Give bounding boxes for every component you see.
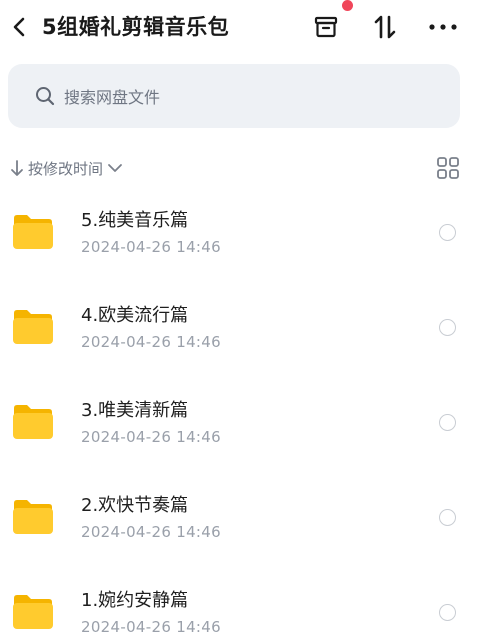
folder-icon bbox=[13, 595, 53, 629]
folder-icon bbox=[13, 310, 53, 344]
item-name: 2.欢快节奏篇 bbox=[81, 495, 189, 516]
grid-view-button[interactable] bbox=[436, 156, 460, 180]
select-radio[interactable] bbox=[439, 414, 456, 431]
arrow-down-icon bbox=[11, 160, 23, 176]
item-name: 4.欧美流行篇 bbox=[81, 305, 189, 326]
sort-selector[interactable]: 按修改时间 bbox=[10, 154, 123, 182]
chevron-left-icon bbox=[13, 17, 25, 37]
item-date: 2024-04-26 14:46 bbox=[81, 238, 221, 256]
grid-view-icon bbox=[437, 157, 459, 179]
select-radio[interactable] bbox=[439, 509, 456, 526]
search-icon bbox=[34, 85, 56, 107]
select-radio[interactable] bbox=[439, 224, 456, 241]
archive-button[interactable] bbox=[309, 10, 343, 44]
item-date: 2024-04-26 14:46 bbox=[81, 523, 221, 541]
search-placeholder: 搜索网盘文件 bbox=[64, 88, 161, 107]
item-name: 5.纯美音乐篇 bbox=[81, 210, 189, 231]
sort-icon bbox=[374, 15, 396, 39]
list-item[interactable]: 3.唯美清新篇 2024-04-26 14:46 bbox=[0, 376, 480, 471]
file-browser-screen: 5组婚礼剪辑音乐包 搜索网盘文件 按修改时间 5.纯美音乐篇 2024-04-2… bbox=[0, 0, 480, 633]
more-icon bbox=[429, 24, 457, 30]
list-item[interactable]: 2.欢快节奏篇 2024-04-26 14:46 bbox=[0, 471, 480, 566]
item-name: 1.婉约安静篇 bbox=[81, 590, 189, 611]
back-button[interactable] bbox=[6, 12, 32, 42]
header: 5组婚礼剪辑音乐包 bbox=[0, 0, 480, 56]
page-title: 5组婚礼剪辑音乐包 bbox=[42, 15, 230, 39]
list-item[interactable]: 4.欧美流行篇 2024-04-26 14:46 bbox=[0, 281, 480, 376]
archive-icon bbox=[314, 16, 338, 38]
item-date: 2024-04-26 14:46 bbox=[81, 618, 221, 633]
folder-icon bbox=[13, 405, 53, 439]
select-radio[interactable] bbox=[439, 319, 456, 336]
sort-label: 按修改时间 bbox=[28, 159, 104, 178]
item-date: 2024-04-26 14:46 bbox=[81, 428, 221, 446]
more-button[interactable] bbox=[426, 10, 460, 44]
folder-icon bbox=[13, 500, 53, 534]
select-radio[interactable] bbox=[439, 604, 456, 621]
folder-icon bbox=[13, 215, 53, 249]
chevron-down-icon bbox=[108, 164, 122, 172]
list-item[interactable]: 5.纯美音乐篇 2024-04-26 14:46 bbox=[0, 186, 480, 281]
item-name: 3.唯美清新篇 bbox=[81, 400, 189, 421]
item-date: 2024-04-26 14:46 bbox=[81, 333, 221, 351]
search-input[interactable]: 搜索网盘文件 bbox=[8, 64, 460, 128]
notification-dot bbox=[342, 0, 353, 11]
list-item[interactable]: 1.婉约安静篇 2024-04-26 14:46 bbox=[0, 566, 480, 633]
sort-button[interactable] bbox=[368, 10, 402, 44]
